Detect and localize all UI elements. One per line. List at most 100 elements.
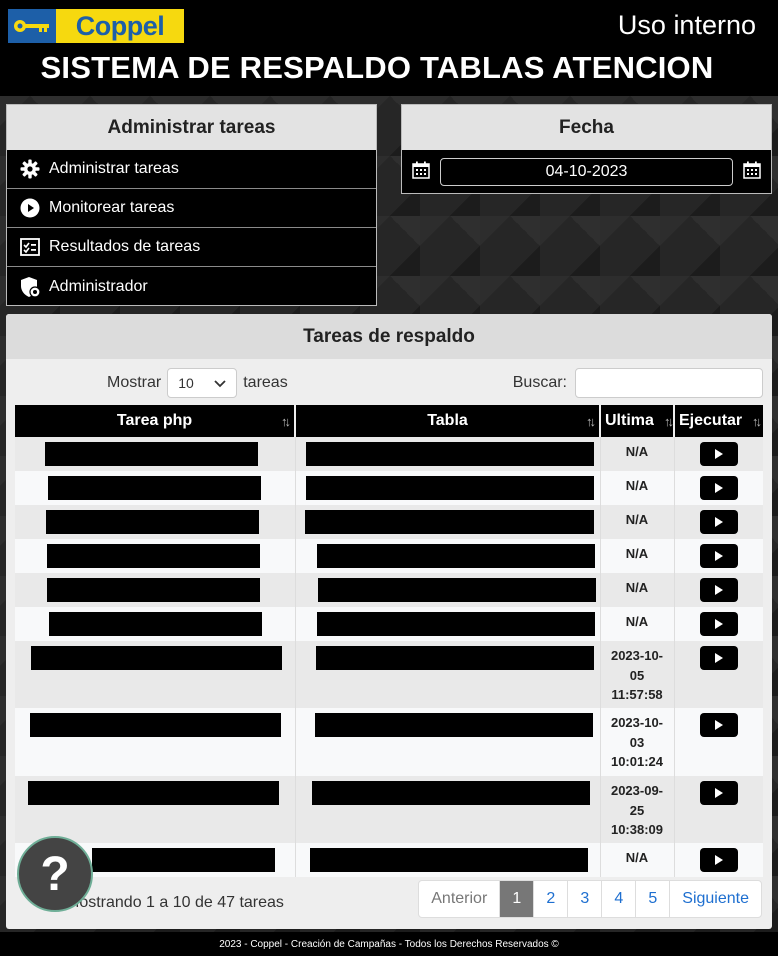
pagination-page-3[interactable]: 3 [567,881,601,917]
execute-button[interactable] [699,510,738,534]
page-size-control: Mostrar 10 tareas [107,367,288,399]
execute-button[interactable] [699,544,738,568]
cell-ultima: N/A [599,843,674,877]
column-header-tarea-php[interactable]: Tarea php ↑↓ [15,405,295,437]
table-row: 2023-10- 05 11:57:58 [15,641,763,708]
menu-item-label: Resultados de tareas [49,238,201,255]
redacted-block [92,848,275,872]
help-button[interactable]: ? [17,836,93,912]
pagination-page-1[interactable]: 1 [499,881,534,917]
redacted-block [305,442,594,466]
cell-ultima: 2023-10- 03 10:01:24 [599,708,674,776]
page-size-select[interactable]: 10 [167,368,238,398]
execute-button[interactable] [699,442,738,466]
last-run-value: 2023-10- 05 11:57:58 [610,648,664,702]
table-row: N/A [15,843,763,877]
redacted-block [311,781,590,805]
date-panel-title: Fecha [402,105,771,150]
gear-icon [19,158,41,180]
cell-tabla [294,607,600,641]
page-title: SISTEMA DE RESPALDO TABLAS ATENCION [40,50,714,85]
execute-button[interactable] [699,578,738,602]
header: Coppel Uso interno SISTEMA DE RESPALDO T… [0,0,778,96]
play-icon [714,449,723,459]
pagination: Anterior 1 2 3 4 5 Siguiente [418,880,762,918]
execute-button[interactable] [699,781,738,805]
last-run-value: N/A [625,580,649,595]
cell-ejecutar [673,437,763,471]
last-run-value: N/A [625,850,649,865]
table-info: Mostrando 1 a 10 de 47 tareas [66,894,284,911]
column-header-ejecutar[interactable]: Ejecutar ↑↓ [673,405,763,437]
play-icon [714,551,723,561]
pagination-page-4[interactable]: 4 [601,881,635,917]
column-header-ultima[interactable]: Ultima ↑↓ [599,405,674,437]
execute-button[interactable] [699,713,738,737]
show-suffix: tareas [243,374,288,391]
shield-user-icon [19,276,41,298]
cell-tabla [294,708,600,776]
menu-item-label: Administrar tareas [49,160,179,177]
last-run-value: N/A [625,512,649,527]
cell-ejecutar [673,505,763,539]
redacted-block [314,713,593,737]
table-controls: Mostrar 10 tareas Buscar: [6,367,772,399]
cell-tabla [294,776,600,843]
redacted-block [309,848,588,872]
play-icon [714,483,723,493]
cell-tarea-php [15,573,295,607]
cell-ultima: 2023-09- 25 10:38:09 [599,776,674,843]
last-run-value: N/A [625,444,649,459]
redacted-block [316,612,595,636]
coppel-logo: Coppel [8,9,184,43]
redacted-block [47,544,260,568]
cell-tarea-php [15,641,295,708]
menu-item-monitorear-tareas[interactable]: Monitorear tareas [7,189,376,228]
calendar-icon[interactable] [743,161,761,184]
cell-ultima: N/A [599,539,674,573]
date-field[interactable] [440,158,733,186]
play-icon [714,619,723,629]
redacted-block [45,442,258,466]
calendar-icon[interactable] [412,161,430,184]
checklist-icon [19,236,41,258]
column-header-tabla[interactable]: Tabla ↑↓ [294,405,600,437]
cell-ejecutar [673,539,763,573]
logo-wordmark: Coppel [56,9,184,43]
table-row: N/A [15,437,763,471]
execute-button[interactable] [699,848,738,872]
tasks-panel-title: Tareas de respaldo [6,314,772,359]
cell-ejecutar [673,708,763,776]
search-input[interactable] [575,368,763,398]
pagination-prev[interactable]: Anterior [419,881,499,917]
pagination-page-5[interactable]: 5 [635,881,669,917]
table-row: 2023-09- 25 10:38:09 [15,776,763,843]
cell-tabla [294,471,600,505]
cell-tabla [294,539,600,573]
cell-tarea-php [15,708,295,776]
menu-item-administrador[interactable]: Administrador [7,267,376,306]
help-label: ? [40,847,70,901]
pagination-next[interactable]: Siguiente [669,881,761,917]
execute-button[interactable] [699,612,738,636]
cell-tarea-php [15,776,295,843]
table-row: N/A [15,607,763,641]
backup-tasks-panel: Tareas de respaldo Mostrar 10 tareas Bus… [6,314,772,929]
execute-button[interactable] [699,646,738,670]
cell-ultima: N/A [599,471,674,505]
redacted-block [31,646,282,670]
last-run-value: N/A [625,478,649,493]
cell-ejecutar [673,607,763,641]
last-run-value: 2023-09- 25 10:38:09 [610,783,664,837]
table-row: N/A [15,573,763,607]
pagination-page-2[interactable]: 2 [533,881,567,917]
menu-item-resultados-de-tareas[interactable]: Resultados de tareas [7,228,376,267]
menu-item-administrar-tareas[interactable]: Administrar tareas [7,150,376,189]
redacted-block [317,578,596,602]
play-icon [714,585,723,595]
cell-ultima: N/A [599,573,674,607]
play-icon [714,720,723,730]
date-panel: Fecha [401,104,772,194]
execute-button[interactable] [699,476,738,500]
redacted-block [305,476,594,500]
